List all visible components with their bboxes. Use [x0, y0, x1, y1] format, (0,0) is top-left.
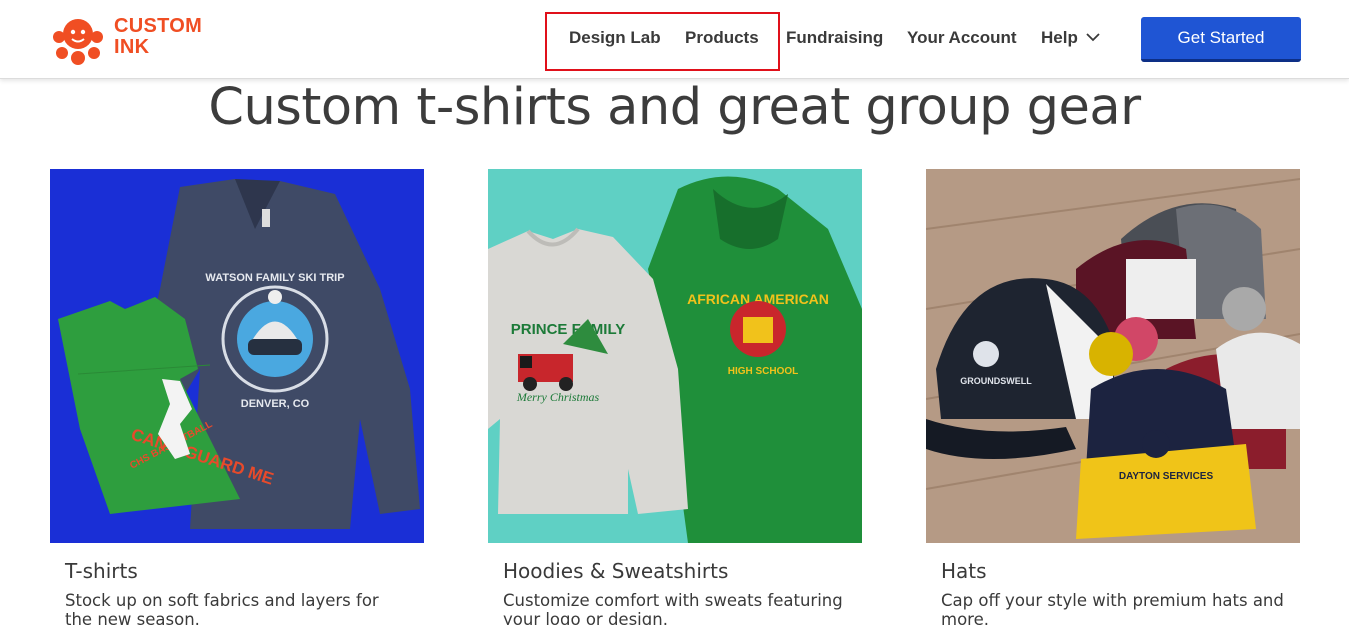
nav-your-account[interactable]: Your Account [907, 28, 1017, 48]
page-title: Custom t-shirts and great group gear [208, 78, 1141, 137]
nav-help[interactable]: Help [1041, 28, 1100, 48]
sweatshirt-print: PRINCE FAMILY [511, 321, 625, 338]
category-card-tshirts[interactable]: WATSON FAMILY SKI TRIP DENVER, CO CAN'T … [50, 169, 424, 625]
logo[interactable]: CUSTOM INK [48, 10, 202, 70]
beanie-print: DAYTON SERVICES [1119, 471, 1214, 482]
brand-name-line2: INK [114, 36, 150, 58]
card-title[interactable]: Hoodies & Sweatshirts [503, 559, 862, 583]
nav-help-label: Help [1041, 28, 1078, 47]
card-description: Stock up on soft fabrics and layers for … [65, 591, 379, 625]
brand-name-line1: CUSTOM [114, 15, 203, 37]
nav-fundraising[interactable]: Fundraising [786, 28, 883, 48]
card-title[interactable]: Hats [941, 559, 1300, 583]
card-description: Cap off your style with premium hats and… [941, 591, 1284, 625]
site-header: CUSTOM INK Design Lab Products Fundraisi… [0, 0, 1349, 79]
tee-navy-subprint: DENVER, CO [241, 398, 310, 410]
sweatshirt-subprint: Merry Christmas [516, 390, 600, 404]
card-description: Customize comfort with sweats featuring … [503, 591, 843, 625]
tshirts-photo[interactable]: WATSON FAMILY SKI TRIP DENVER, CO CAN'T … [50, 169, 424, 543]
category-card-hats[interactable]: GROUNDSWELL DAYTON SERVICES Hats Cap off… [926, 169, 1300, 625]
card-title[interactable]: T-shirts [65, 559, 424, 583]
chevron-down-icon [1086, 33, 1100, 42]
hoodies-photo[interactable]: AFRICAN AMERICAN HIGH SCHOOL PRINCE FAMI… [488, 169, 862, 543]
cap-print: GROUNDSWELL [960, 376, 1032, 386]
octopus-logo-icon [53, 19, 103, 65]
get-started-button[interactable]: Get Started [1141, 17, 1301, 62]
nav-products[interactable]: Products [685, 28, 759, 48]
hats-photo[interactable]: GROUNDSWELL DAYTON SERVICES [926, 169, 1300, 543]
nav-design-lab[interactable]: Design Lab [569, 28, 661, 48]
brand-name: CUSTOM INK [114, 16, 202, 58]
tee-navy-print: WATSON FAMILY SKI TRIP [205, 272, 344, 284]
hoodie-subprint: HIGH SCHOOL [728, 366, 799, 377]
category-card-hoodies[interactable]: AFRICAN AMERICAN HIGH SCHOOL PRINCE FAMI… [488, 169, 862, 625]
